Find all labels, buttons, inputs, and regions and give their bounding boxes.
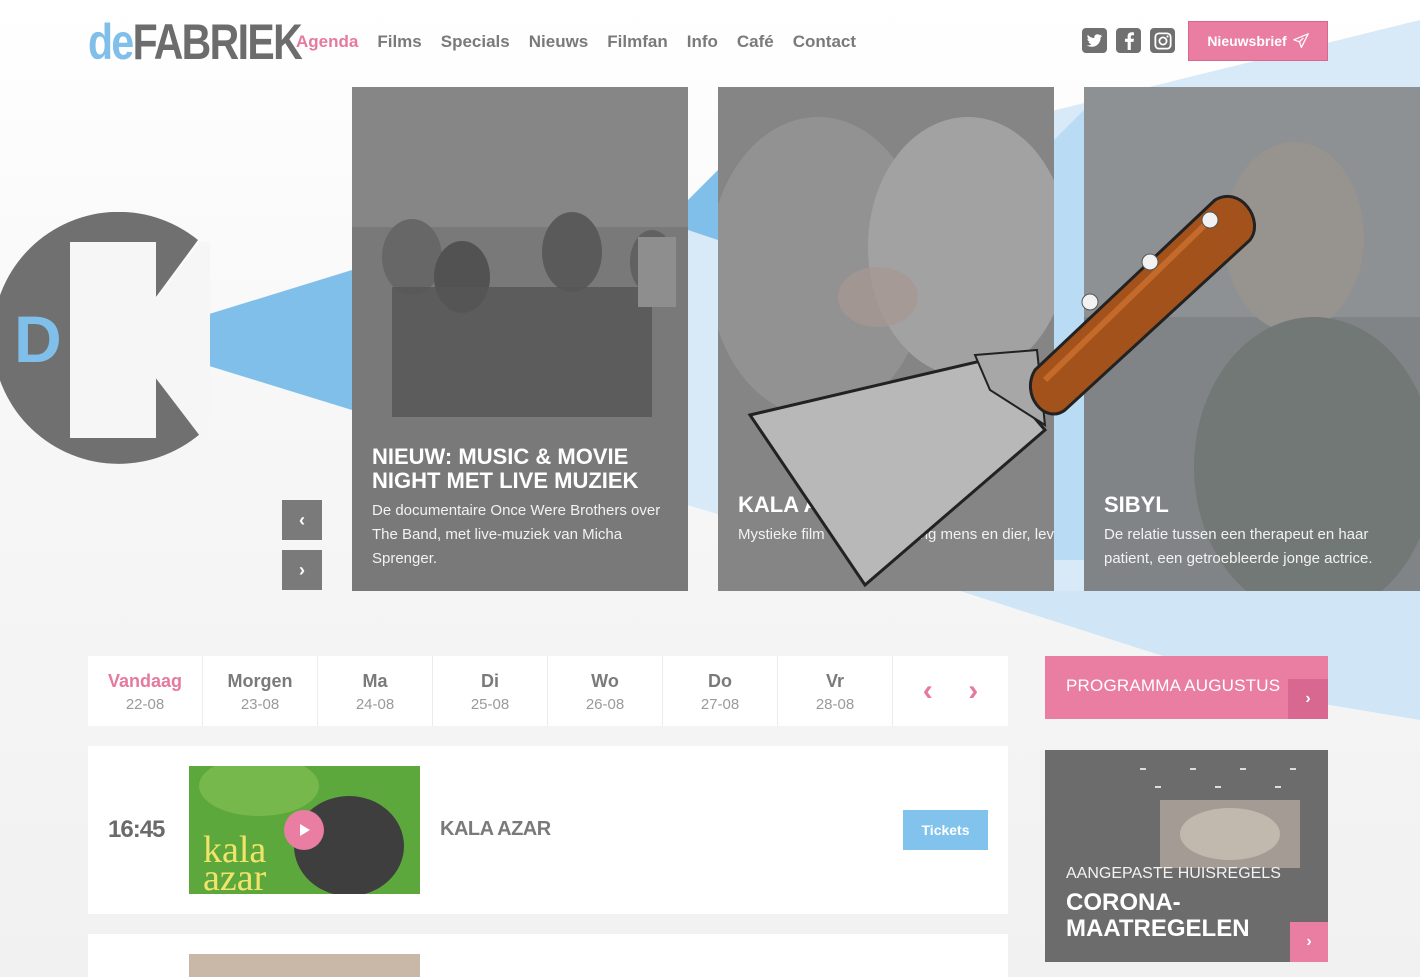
- newsletter-button[interactable]: Nieuwsbrief: [1188, 21, 1328, 61]
- nav-contact[interactable]: Contact: [793, 30, 856, 54]
- slide-sibyl[interactable]: SIBYL De relatie tussen een therapeut en…: [1084, 87, 1420, 591]
- social-links: [1082, 28, 1175, 53]
- chevron-left-icon[interactable]: ‹: [923, 674, 933, 708]
- facebook-icon[interactable]: [1116, 28, 1141, 53]
- slider-prev-button[interactable]: ‹: [282, 500, 322, 540]
- slide-description: De relatie tussen een therapeut en haar …: [1104, 526, 1373, 567]
- instagram-icon[interactable]: [1150, 28, 1175, 53]
- day-tab[interactable]: Morgen 23-08: [203, 656, 318, 726]
- programma-augustus-button[interactable]: PROGRAMMA AUGUSTUS ›: [1045, 656, 1328, 719]
- corona-title: CORONA-MAATREGELEN: [1066, 889, 1250, 942]
- newsletter-label: Nieuwsbrief: [1207, 33, 1287, 49]
- paper-plane-icon: [1292, 33, 1309, 49]
- corona-subtitle: AANGEPASTE HUISREGELS: [1066, 865, 1281, 882]
- site-logo[interactable]: deFABRIEK: [88, 14, 303, 70]
- screening-time: 16:45: [108, 816, 165, 843]
- slide-kala-azar[interactable]: KALA A Mystieke film ding mens en dier, …: [718, 87, 1054, 591]
- day-selector: Vandaag 22-08 Morgen 23-08 Ma 24-08 Di 25-08…: [88, 656, 1008, 726]
- programma-label: PROGRAMMA AUGUSTUS: [1066, 676, 1281, 695]
- film-title[interactable]: KALA AZAR: [440, 818, 551, 841]
- film-poster[interactable]: [189, 954, 420, 977]
- nav-agenda[interactable]: Agenda: [296, 30, 358, 54]
- day-tab[interactable]: Vandaag 22-08: [88, 656, 203, 726]
- slide-title: KALA A: [738, 492, 820, 517]
- svg-text:D: D: [14, 302, 62, 376]
- day-tab[interactable]: Do 27-08: [663, 656, 778, 726]
- film-listing: 16:45 kala azar KALA AZAR Tickets: [88, 746, 1008, 914]
- chevron-left-icon: ‹: [299, 509, 305, 530]
- fabriek-mark-logo: D: [0, 212, 210, 464]
- film-poster[interactable]: kala azar: [189, 766, 420, 894]
- main-nav: Agenda Films Specials Nieuws Filmfan Inf…: [296, 30, 875, 54]
- twitter-icon[interactable]: [1082, 28, 1107, 53]
- nav-filmfan[interactable]: Filmfan: [607, 30, 667, 54]
- corona-maatregelen-card[interactable]: AANGEPASTE HUISREGELS CORONA-MAATREGELEN…: [1045, 750, 1328, 962]
- slide-description: De documentaire Once Were Brothers over …: [372, 502, 661, 567]
- chevron-right-icon: ›: [1288, 679, 1328, 719]
- page: deFABRIEK Agenda Films Specials Nieuws F…: [0, 0, 1420, 977]
- day-nav: ‹ ›: [893, 656, 1008, 726]
- day-tab[interactable]: Vr 28-08: [778, 656, 893, 726]
- day-tab[interactable]: Di 25-08: [433, 656, 548, 726]
- slide-title: SIBYL: [1104, 492, 1169, 517]
- chevron-right-icon[interactable]: ›: [968, 674, 978, 708]
- slider-next-button[interactable]: ›: [282, 550, 322, 590]
- day-tab[interactable]: Ma 24-08: [318, 656, 433, 726]
- slide-title: NIEUW: MUSIC & MOVIE NIGHT MET LIVE MUZI…: [372, 444, 639, 493]
- nav-nieuws[interactable]: Nieuws: [529, 30, 589, 54]
- tickets-button[interactable]: Tickets: [903, 810, 988, 850]
- nav-films[interactable]: Films: [377, 30, 421, 54]
- slide-description: Mystieke film ding mens en dier, leven e…: [738, 526, 1054, 543]
- chevron-right-icon: ›: [299, 559, 305, 580]
- slide-music-movie-night[interactable]: NIEUW: MUSIC & MOVIE NIGHT MET LIVE MUZI…: [352, 87, 688, 591]
- nav-info[interactable]: Info: [687, 30, 718, 54]
- nav-cafe[interactable]: Café: [737, 30, 774, 54]
- chevron-right-icon: ›: [1290, 922, 1328, 962]
- nav-specials[interactable]: Specials: [441, 30, 510, 54]
- play-icon[interactable]: [284, 810, 324, 850]
- film-listing: [88, 934, 1008, 977]
- day-tab[interactable]: Wo 26-08: [548, 656, 663, 726]
- site-header: deFABRIEK Agenda Films Specials Nieuws F…: [0, 0, 1420, 86]
